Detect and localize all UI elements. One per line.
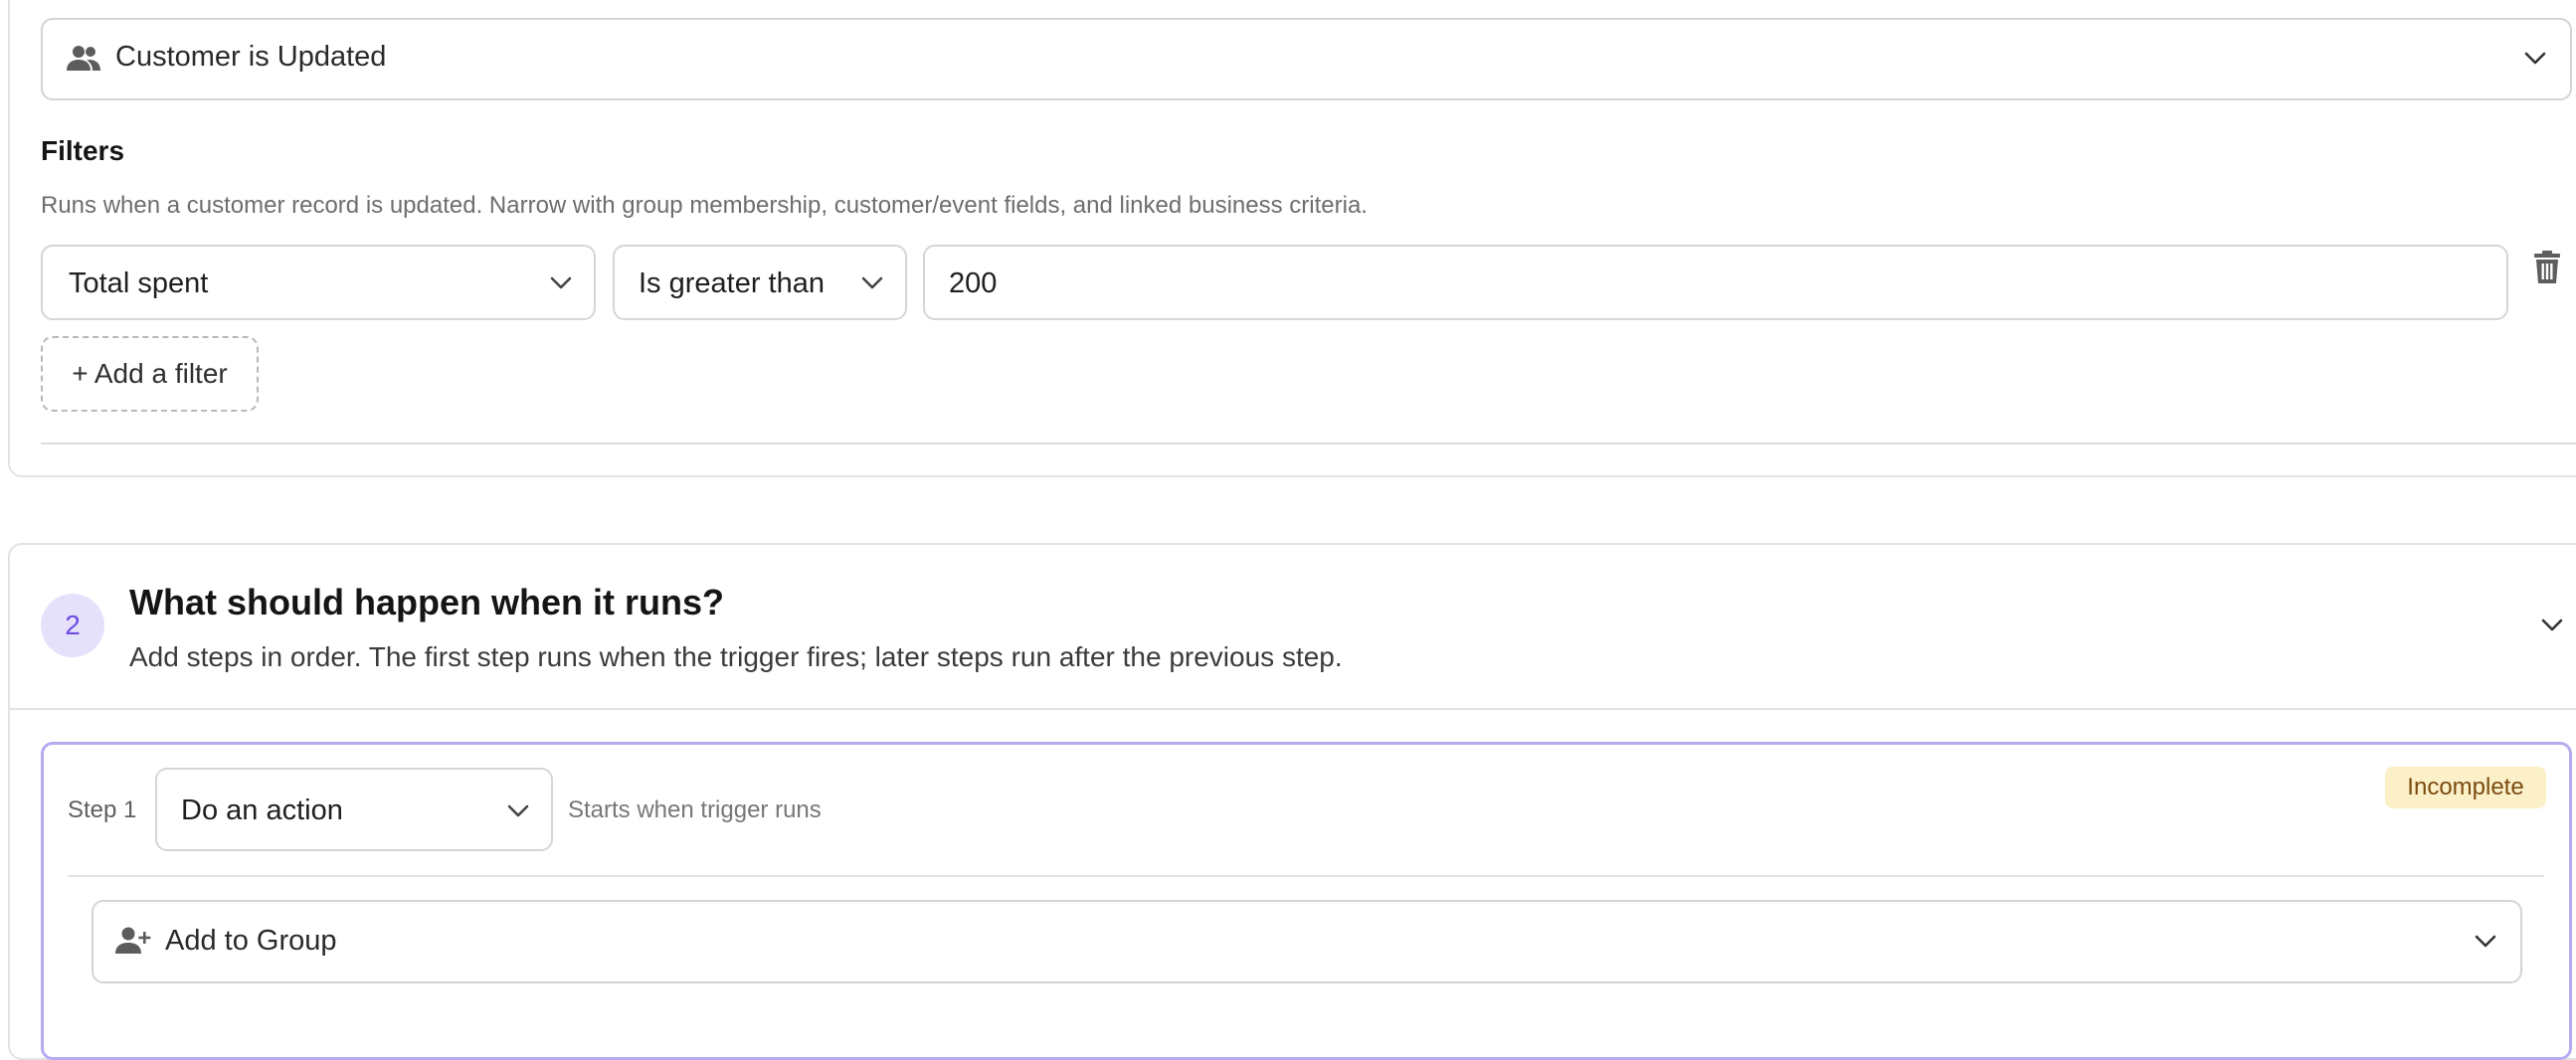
divider [68, 875, 2544, 877]
filter-operator-select[interactable]: Is greater than [613, 245, 907, 320]
filters-title: Filters [41, 135, 125, 166]
step-label: Step 1 [68, 796, 137, 823]
trash-icon[interactable] [2533, 251, 2561, 284]
filters-description: Runs when a customer record is updated. … [41, 192, 1368, 219]
section-description: Add steps in order. The first step runs … [129, 641, 1343, 672]
section-title: What should happen when it runs? [129, 582, 724, 622]
divider [41, 442, 2576, 444]
chevron-down-icon [550, 276, 572, 289]
add-filter-button[interactable]: + Add a filter [41, 336, 259, 412]
chevron-down-icon[interactable] [2541, 618, 2563, 632]
trigger-label: Customer is Updated [115, 41, 387, 73]
filter-value-text: 200 [949, 267, 998, 299]
chevron-down-icon [2524, 52, 2546, 65]
action-label: Add to Group [165, 925, 337, 957]
filter-value-input[interactable]: 200 [923, 245, 2508, 320]
section-number: 2 [41, 594, 104, 657]
chevron-down-icon [507, 804, 529, 817]
trigger-select[interactable] [41, 18, 2572, 100]
step-hint: Starts when trigger runs [568, 796, 822, 823]
step-type-value: Do an action [181, 795, 343, 826]
filter-field-value: Total spent [69, 267, 209, 299]
step-type-select[interactable]: Do an action [155, 768, 553, 851]
filter-field-select[interactable]: Total spent [41, 245, 596, 320]
status-badge: Incomplete [2385, 767, 2546, 808]
chevron-down-icon [2475, 935, 2496, 948]
person-add-icon [115, 927, 151, 954]
filter-operator-value: Is greater than [639, 267, 825, 299]
action-select[interactable] [92, 900, 2522, 983]
chevron-down-icon [861, 276, 883, 289]
divider [10, 708, 2576, 710]
people-icon [67, 46, 100, 71]
